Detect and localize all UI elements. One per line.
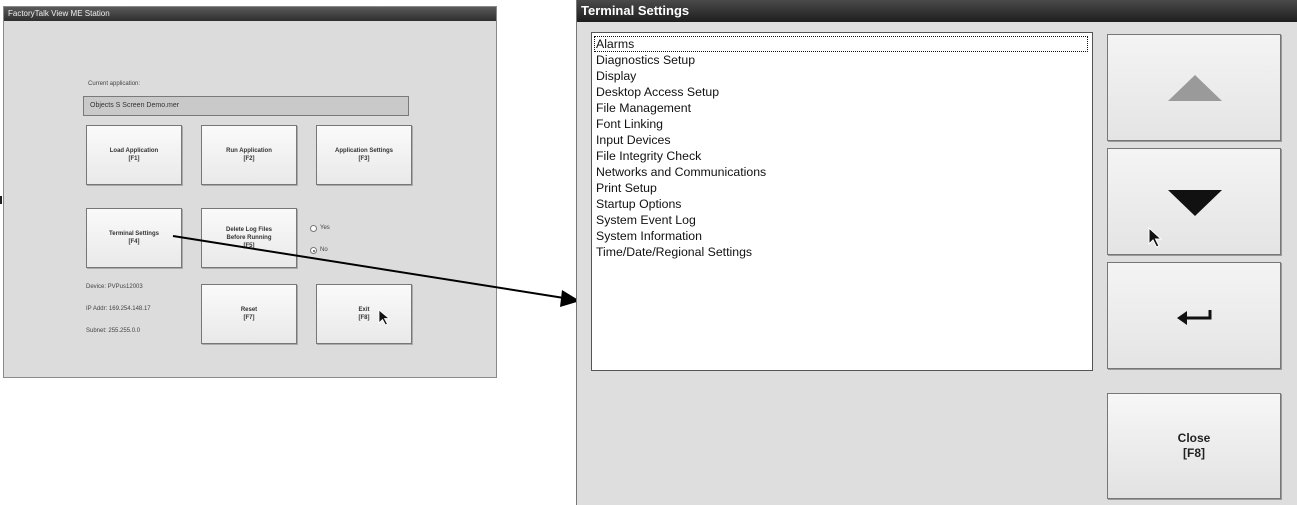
list-item[interactable]: File Management xyxy=(594,100,1092,116)
enter-icon xyxy=(1177,310,1212,325)
list-item[interactable]: Networks and Communications xyxy=(594,164,1092,180)
up-arrow-icon xyxy=(1168,75,1222,101)
terminal-settings-window: Terminal Settings Alarms Diagnostics Set… xyxy=(576,0,1297,505)
list-item[interactable]: System Information xyxy=(594,228,1092,244)
mouse-pointer-icon xyxy=(1148,227,1162,248)
scroll-up-button[interactable] xyxy=(1107,34,1281,141)
list-item[interactable]: Alarms xyxy=(594,36,1088,52)
down-arrow-icon xyxy=(1168,190,1222,216)
scroll-down-button[interactable] xyxy=(1107,148,1281,255)
list-item[interactable]: Time/Date/Regional Settings xyxy=(594,244,1092,260)
settings-list[interactable]: Alarms Diagnostics Setup Display Desktop… xyxy=(591,32,1093,371)
list-item[interactable]: Print Setup xyxy=(594,180,1092,196)
list-item[interactable]: Display xyxy=(594,68,1092,84)
list-item[interactable]: Diagnostics Setup xyxy=(594,52,1092,68)
terminal-settings-title: Terminal Settings xyxy=(577,0,1297,22)
list-item[interactable]: Font Linking xyxy=(594,116,1092,132)
enter-button[interactable] xyxy=(1107,262,1281,369)
close-key: [F8] xyxy=(1183,446,1205,460)
list-item[interactable]: Input Devices xyxy=(594,132,1092,148)
list-item[interactable]: Desktop Access Setup xyxy=(594,84,1092,100)
close-button[interactable]: Close [F8] xyxy=(1107,393,1281,499)
list-item[interactable]: System Event Log xyxy=(594,212,1092,228)
list-item[interactable]: File Integrity Check xyxy=(594,148,1092,164)
close-label: Close xyxy=(1177,431,1211,445)
list-item[interactable]: Startup Options xyxy=(594,196,1092,212)
